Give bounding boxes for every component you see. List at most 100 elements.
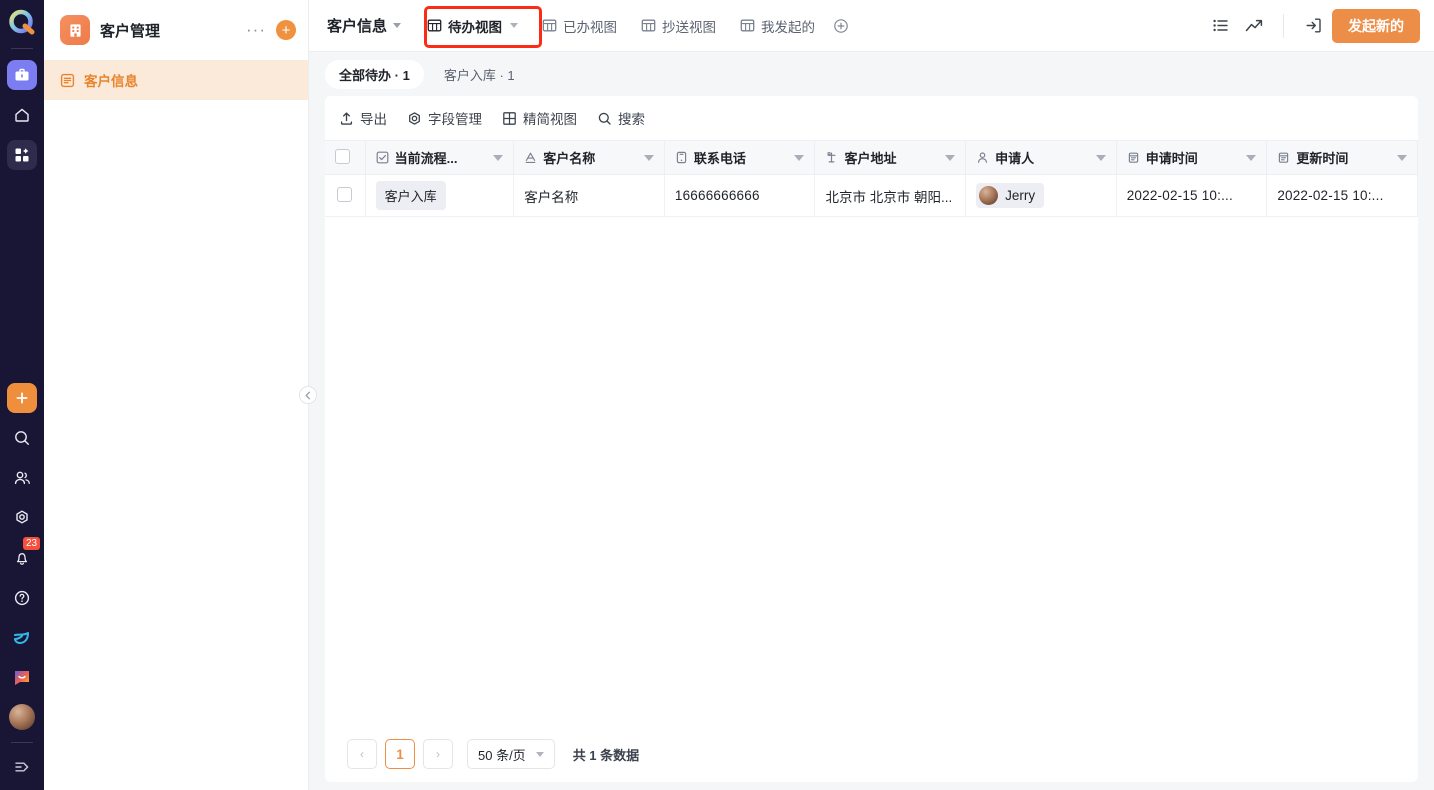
column-menu-icon[interactable] — [1397, 154, 1407, 161]
view-tab-label: 我发起的 — [761, 19, 816, 35]
building-icon — [69, 23, 81, 37]
cell-address: 北京市 北京市 朝阳... — [814, 174, 967, 217]
table-card: 导出 字段管理 精简视图 搜索 当前流程... 客户名称 联系电话 客户地址 申… — [325, 96, 1418, 782]
home-icon — [15, 108, 29, 122]
prev-page-button[interactable]: ‹ — [347, 739, 377, 769]
main-area: 客户信息 待办视图 已办视图 抄送视图 我发起的 发起新的 全部待办 · 1 客… — [309, 0, 1434, 790]
text-field-icon — [524, 151, 537, 164]
rail-item-leaf[interactable] — [7, 623, 37, 653]
date-field-icon — [1127, 151, 1140, 164]
form-name-dropdown[interactable]: 客户信息 — [327, 15, 402, 36]
rail-item-search[interactable] — [7, 423, 37, 453]
notification-badge: 23 — [23, 537, 41, 550]
row-checkbox[interactable] — [337, 186, 353, 202]
view-tab-cc[interactable]: 抄送视图 — [631, 10, 726, 42]
rail-item-chat[interactable] — [7, 663, 37, 693]
rail-divider — [11, 48, 33, 49]
column-header-address: 客户地址 — [814, 140, 967, 175]
list-view-button[interactable] — [1205, 11, 1235, 41]
rail-item-notifications[interactable]: 23 — [7, 537, 41, 573]
analytics-button[interactable] — [1239, 11, 1269, 41]
page-number-1[interactable]: 1 — [385, 739, 415, 769]
avatar — [979, 186, 999, 205]
view-tab-mine[interactable]: 我发起的 — [730, 10, 825, 42]
user-avatar[interactable] — [9, 704, 35, 730]
bell-icon — [16, 553, 28, 565]
view-tab-todo[interactable]: 待办视图 — [417, 10, 528, 42]
rail-item-home[interactable] — [7, 100, 37, 130]
rail-item-add[interactable] — [7, 383, 37, 413]
column-header-label: 申请时间 — [1145, 151, 1198, 166]
column-header-label: 联系电话 — [693, 151, 746, 166]
qingflow-logo[interactable] — [7, 8, 37, 38]
chevron-down-icon — [535, 751, 544, 757]
chevron-down-icon[interactable] — [510, 23, 519, 28]
rail-item-help[interactable] — [7, 583, 37, 613]
select-all-checkbox[interactable] — [335, 148, 350, 164]
rail-item-apps[interactable] — [7, 140, 37, 170]
rail-item-workbench[interactable] — [7, 60, 37, 90]
total-records-label: 共 1 条数据 — [572, 747, 640, 763]
field-management-button[interactable]: 字段管理 — [407, 108, 482, 128]
column-menu-icon[interactable] — [493, 154, 504, 161]
page-size-select[interactable]: 50 条/页 — [467, 739, 555, 769]
search-icon — [15, 431, 29, 445]
import-button[interactable] — [1298, 11, 1328, 41]
subtab-count: 1 — [402, 67, 410, 83]
stage-tag: 客户入库 — [375, 181, 446, 210]
top-toolbar: 客户信息 待办视图 已办视图 抄送视图 我发起的 发起新的 — [309, 0, 1434, 52]
subtab-count: 1 — [507, 67, 515, 83]
applicant-name: Jerry — [1005, 188, 1036, 203]
column-menu-icon[interactable] — [945, 154, 956, 161]
add-icon — [16, 392, 28, 404]
view-tabs: 待办视图 已办视图 抄送视图 我发起的 — [417, 10, 1205, 42]
app-sidebar: 客户管理 ··· + 客户信息 — [44, 0, 317, 790]
toolbar-divider — [1283, 13, 1284, 38]
table-header-row: 当前流程... 客户名称 联系电话 客户地址 申请人 申请时间 更新时间 — [325, 140, 1418, 175]
export-button[interactable]: 导出 — [339, 108, 387, 128]
view-tab-done[interactable]: 已办视图 — [532, 10, 627, 42]
column-header-label: 更新时间 — [1296, 151, 1349, 166]
column-menu-icon[interactable] — [643, 154, 654, 161]
create-new-button[interactable]: 发起新的 — [1332, 8, 1420, 43]
column-menu-icon[interactable] — [1246, 154, 1257, 161]
column-menu-icon[interactable] — [1095, 154, 1106, 161]
subtab-all-todo[interactable]: 全部待办 · 1 — [325, 59, 424, 89]
help-icon — [14, 590, 30, 606]
person-field-icon — [976, 151, 989, 164]
import-icon — [1306, 18, 1321, 33]
app-header: 客户管理 ··· + — [44, 0, 308, 60]
table-scroll-area[interactable]: 当前流程... 客户名称 联系电话 客户地址 申请人 申请时间 更新时间 客户入… — [325, 140, 1418, 726]
rail-divider-bottom — [11, 742, 33, 743]
add-view-button[interactable] — [829, 14, 853, 38]
column-header-apply-time: 申请时间 — [1116, 140, 1268, 175]
rail-item-contacts[interactable] — [7, 463, 37, 493]
cell-applicant: Jerry — [965, 174, 1117, 217]
column-header-phone: 联系电话 — [664, 140, 816, 175]
view-tab-label: 抄送视图 — [662, 19, 717, 35]
app-more-button[interactable]: ··· — [240, 20, 272, 40]
rail-item-settings[interactable] — [7, 503, 37, 533]
subtab-label: 全部待办 — [339, 67, 392, 83]
column-header-update-time: 更新时间 — [1266, 140, 1418, 175]
column-header-label: 当前流程... — [394, 151, 458, 166]
app-add-button[interactable]: + — [276, 20, 296, 40]
apps-grid-icon — [15, 148, 29, 162]
sidebar-item-customer-info[interactable]: 客户信息 — [44, 60, 308, 100]
compact-view-button[interactable]: 精简视图 — [502, 108, 577, 128]
sidebar-collapse-button[interactable] — [299, 386, 317, 404]
next-page-button[interactable]: › — [423, 739, 453, 769]
subtab-customer-intake[interactable]: 客户入库 · 1 — [430, 60, 529, 89]
table-row[interactable]: 客户入库 客户名称 16666666666 北京市 北京市 朝阳... Jerr… — [325, 174, 1418, 217]
search-label: 搜索 — [618, 112, 645, 127]
column-menu-icon[interactable] — [794, 154, 805, 161]
rail-expand-panel-button[interactable] — [7, 752, 37, 782]
compact-view-label: 精简视图 — [523, 112, 577, 127]
subtab-label: 客户入库 — [443, 67, 496, 83]
sub-tabs: 全部待办 · 1 客户入库 · 1 — [309, 52, 1434, 96]
column-header-stage: 当前流程... — [365, 140, 515, 175]
field-management-label: 字段管理 — [428, 112, 482, 127]
search-button[interactable]: 搜索 — [597, 108, 645, 128]
select-all-header — [325, 140, 366, 175]
global-rail: 23 — [0, 0, 44, 790]
